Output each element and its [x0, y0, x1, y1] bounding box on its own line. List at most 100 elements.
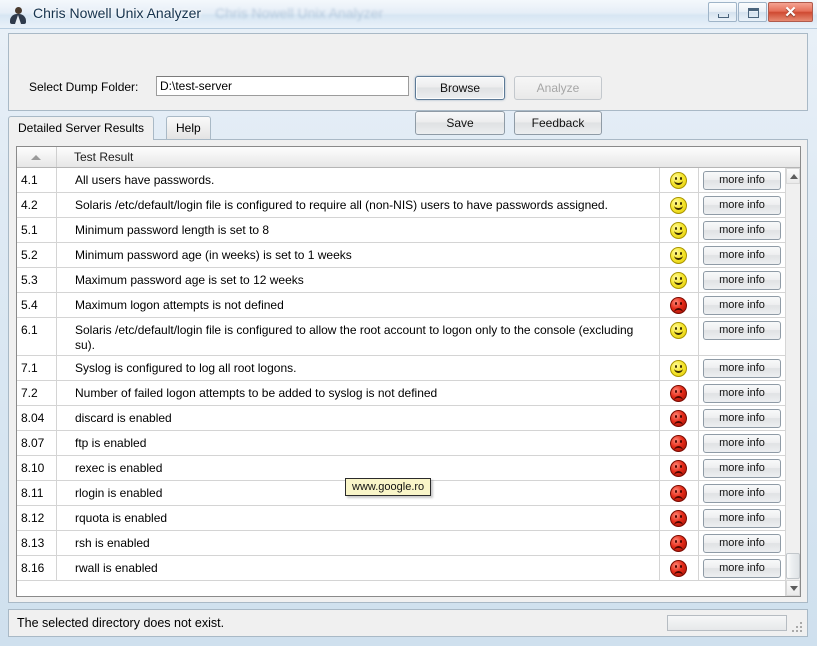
table-row[interactable]: 7.1 Syslog is configured to log all root … — [17, 356, 785, 381]
more-info-button[interactable]: more info — [703, 509, 781, 528]
row-test-result-text: Minimum password length is set to 8 — [75, 223, 270, 237]
smiley-pass-icon — [670, 197, 687, 214]
table-row[interactable]: 5.1 Minimum password length is set to 8 mo… — [17, 218, 785, 243]
dump-folder-label: Select Dump Folder: — [29, 80, 139, 94]
row-id: 7.1 — [17, 356, 57, 380]
title-bar: Chris Nowell Unix Analyzer Chris Nowell … — [0, 0, 817, 29]
table-row[interactable]: 8.12 rquota is enabled more info — [17, 506, 785, 531]
row-action-cell: more info — [698, 456, 785, 480]
frowny-fail-icon — [670, 510, 687, 527]
table-row[interactable]: 7.2 Number of failed logon attempts to be… — [17, 381, 785, 406]
table-row[interactable]: 8.13 rsh is enabled more info — [17, 531, 785, 556]
chevron-up-icon — [790, 174, 798, 179]
more-info-button[interactable]: more info — [703, 434, 781, 453]
person-avatar-icon — [9, 6, 27, 24]
more-info-button[interactable]: more info — [703, 321, 781, 340]
table-row[interactable]: 4.1 All users have passwords. more info — [17, 168, 785, 193]
table-row[interactable]: 8.07 ftp is enabled more info — [17, 431, 785, 456]
row-id: 8.11 — [17, 481, 57, 505]
table-row[interactable]: 5.2 Minimum password age (in weeks) is se… — [17, 243, 785, 268]
table-row[interactable]: 5.4 Maximum logon attempts is not defined… — [17, 293, 785, 318]
more-info-button[interactable]: more info — [703, 296, 781, 315]
more-info-button[interactable]: more info — [703, 534, 781, 553]
row-test-result-text: rsh is enabled — [75, 536, 150, 550]
row-status-cell — [659, 381, 697, 405]
more-info-button[interactable]: more info — [703, 221, 781, 240]
smiley-pass-icon — [670, 172, 687, 189]
minimize-button[interactable] — [708, 2, 737, 22]
close-button[interactable]: ✕ — [768, 2, 813, 22]
row-id: 8.04 — [17, 406, 57, 430]
tooltip: www.google.ro — [345, 478, 432, 496]
row-status-cell — [659, 481, 697, 505]
row-action-cell: more info — [698, 318, 785, 355]
more-info-button[interactable]: more info — [703, 271, 781, 290]
frowny-fail-icon — [670, 385, 687, 402]
row-test-result-text: Minimum password age (in weeks) is set t… — [75, 248, 352, 262]
sort-ascending-icon — [31, 155, 41, 160]
more-info-button[interactable]: more info — [703, 559, 781, 578]
tab-detailed-server-results[interactable]: Detailed Server Results — [8, 116, 155, 140]
window-title: Chris Nowell Unix Analyzer — [33, 5, 202, 21]
column-header-test-result[interactable]: Test Result — [58, 147, 800, 167]
more-info-button[interactable]: more info — [703, 246, 781, 265]
grid-header-row: Test Result — [17, 147, 800, 168]
more-info-button[interactable]: more info — [703, 409, 781, 428]
more-info-button[interactable]: more info — [703, 171, 781, 190]
frowny-fail-icon — [670, 485, 687, 502]
row-status-cell — [659, 218, 697, 242]
row-status-cell — [659, 318, 697, 355]
row-id: 5.3 — [17, 268, 57, 292]
dump-folder-input[interactable] — [156, 76, 409, 96]
row-id: 7.2 — [17, 381, 57, 405]
row-status-cell — [659, 356, 697, 380]
table-row[interactable]: 8.16 rwall is enabled more info — [17, 556, 785, 581]
more-info-button[interactable]: more info — [703, 484, 781, 503]
table-row[interactable]: 8.04 discard is enabled more info — [17, 406, 785, 431]
close-icon: ✕ — [784, 4, 797, 21]
smiley-pass-icon — [670, 272, 687, 289]
row-id: 6.1 — [17, 318, 57, 355]
more-info-button[interactable]: more info — [703, 384, 781, 403]
analyze-button: Analyze — [514, 76, 602, 100]
scroll-down-button[interactable] — [786, 580, 800, 596]
vertical-scrollbar[interactable] — [785, 168, 800, 596]
row-action-cell: more info — [698, 431, 785, 455]
row-status-cell — [659, 456, 697, 480]
input-panel: Select Dump Folder: Browse Analyze Save … — [8, 33, 808, 135]
row-id: 4.2 — [17, 193, 57, 217]
tab-strip: Detailed Server Results Help — [8, 116, 808, 140]
row-status-cell — [659, 193, 697, 217]
more-info-button[interactable]: more info — [703, 359, 781, 378]
table-row[interactable]: 5.3 Maximum password age is set to 12 wee… — [17, 268, 785, 293]
browse-button[interactable]: Browse — [415, 76, 505, 100]
table-row[interactable]: 6.1 Solaris /etc/default/login file is co… — [17, 318, 785, 356]
row-test-result-text: Syslog is configured to log all root log… — [75, 361, 297, 375]
row-action-cell: more info — [698, 356, 785, 380]
resize-grip-icon[interactable] — [792, 622, 804, 634]
row-test-result-text: ftp is enabled — [75, 436, 147, 450]
row-status-cell — [659, 243, 697, 267]
results-grid: Test Result 4.1 All users have passwords.… — [16, 146, 801, 597]
row-id: 8.07 — [17, 431, 57, 455]
table-row[interactable]: 4.2 Solaris /etc/default/login file is co… — [17, 193, 785, 218]
row-id: 8.16 — [17, 556, 57, 580]
tab-help[interactable]: Help — [166, 116, 211, 140]
scrollbar-thumb[interactable] — [786, 553, 800, 579]
window-title-ghost: Chris Nowell Unix Analyzer — [215, 5, 384, 21]
maximize-button[interactable] — [738, 2, 767, 22]
row-status-cell — [659, 406, 697, 430]
scroll-up-button[interactable] — [786, 168, 800, 184]
more-info-button[interactable]: more info — [703, 459, 781, 478]
row-action-cell: more info — [698, 506, 785, 530]
column-header-id[interactable] — [17, 147, 57, 167]
row-id: 8.10 — [17, 456, 57, 480]
more-info-button[interactable]: more info — [703, 196, 781, 215]
row-id: 8.13 — [17, 531, 57, 555]
row-action-cell: more info — [698, 481, 785, 505]
row-status-cell — [659, 506, 697, 530]
row-action-cell: more info — [698, 293, 785, 317]
row-action-cell: more info — [698, 268, 785, 292]
row-status-cell — [659, 293, 697, 317]
row-status-cell — [659, 268, 697, 292]
